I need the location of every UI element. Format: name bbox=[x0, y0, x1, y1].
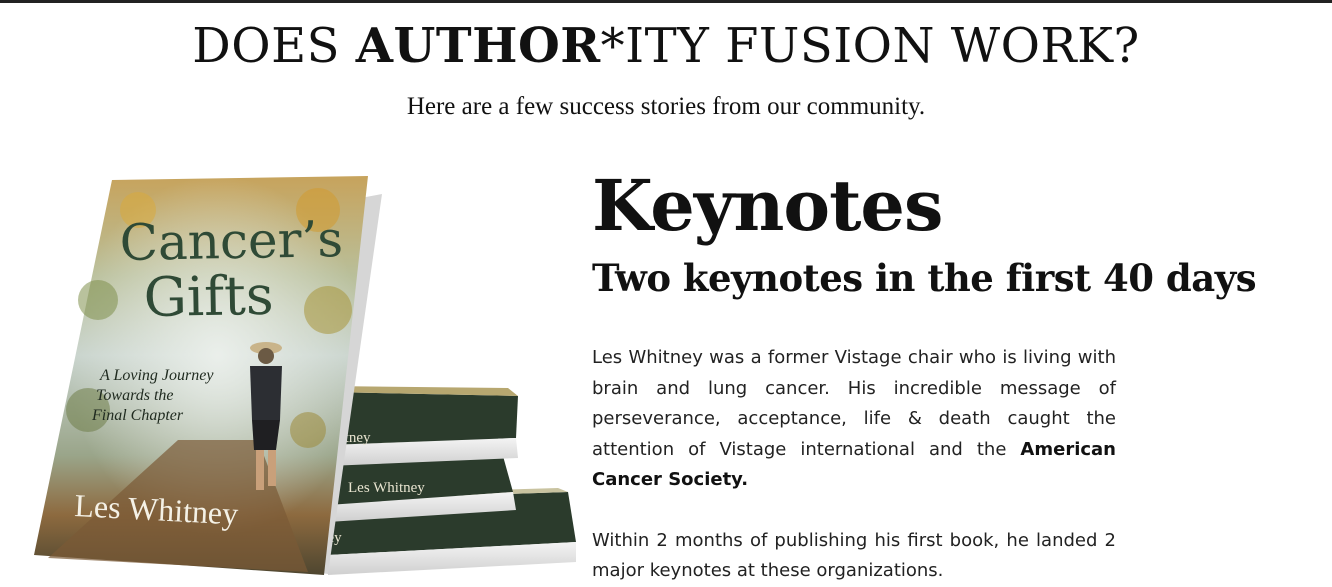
stack-book-top: hitney bbox=[328, 386, 518, 466]
book-stack-image: ney Les Whitney hitney bbox=[34, 176, 576, 575]
spine-text-middle: Les Whitney bbox=[348, 480, 425, 496]
book-tagline-line2: Towards the bbox=[96, 387, 174, 404]
book-tagline-line3: Final Chapter bbox=[91, 407, 184, 424]
book-title-line2: Gifts bbox=[143, 264, 274, 329]
story-body: Les Whitney was a former Vistage chair w… bbox=[592, 343, 1116, 587]
top-border bbox=[0, 0, 1332, 3]
headline-pre: DOES bbox=[192, 18, 356, 74]
book-title-line1: Cancer’s bbox=[119, 210, 343, 272]
headline-bold: AUTHOR bbox=[355, 18, 601, 74]
book-tagline-line1: A Loving Journey bbox=[99, 367, 214, 384]
headline-post: *ITY FUSION WORK? bbox=[600, 18, 1140, 74]
story-title: Keynotes bbox=[592, 164, 943, 247]
story-subtitle: Two keynotes in the first 40 days bbox=[592, 256, 1257, 300]
story-paragraph-2: Within 2 months of publishing his first … bbox=[592, 529, 1116, 582]
cover-book: Cancer’s Gifts A Loving Journey Towards … bbox=[34, 176, 382, 575]
page-subheadline: Here are a few success stories from our … bbox=[406, 93, 926, 120]
story-paragraph-1: Les Whitney was a former Vistage chair w… bbox=[592, 343, 1116, 496]
page-headline: DOES AUTHOR*ITY FUSION WORK? bbox=[0, 16, 1332, 76]
